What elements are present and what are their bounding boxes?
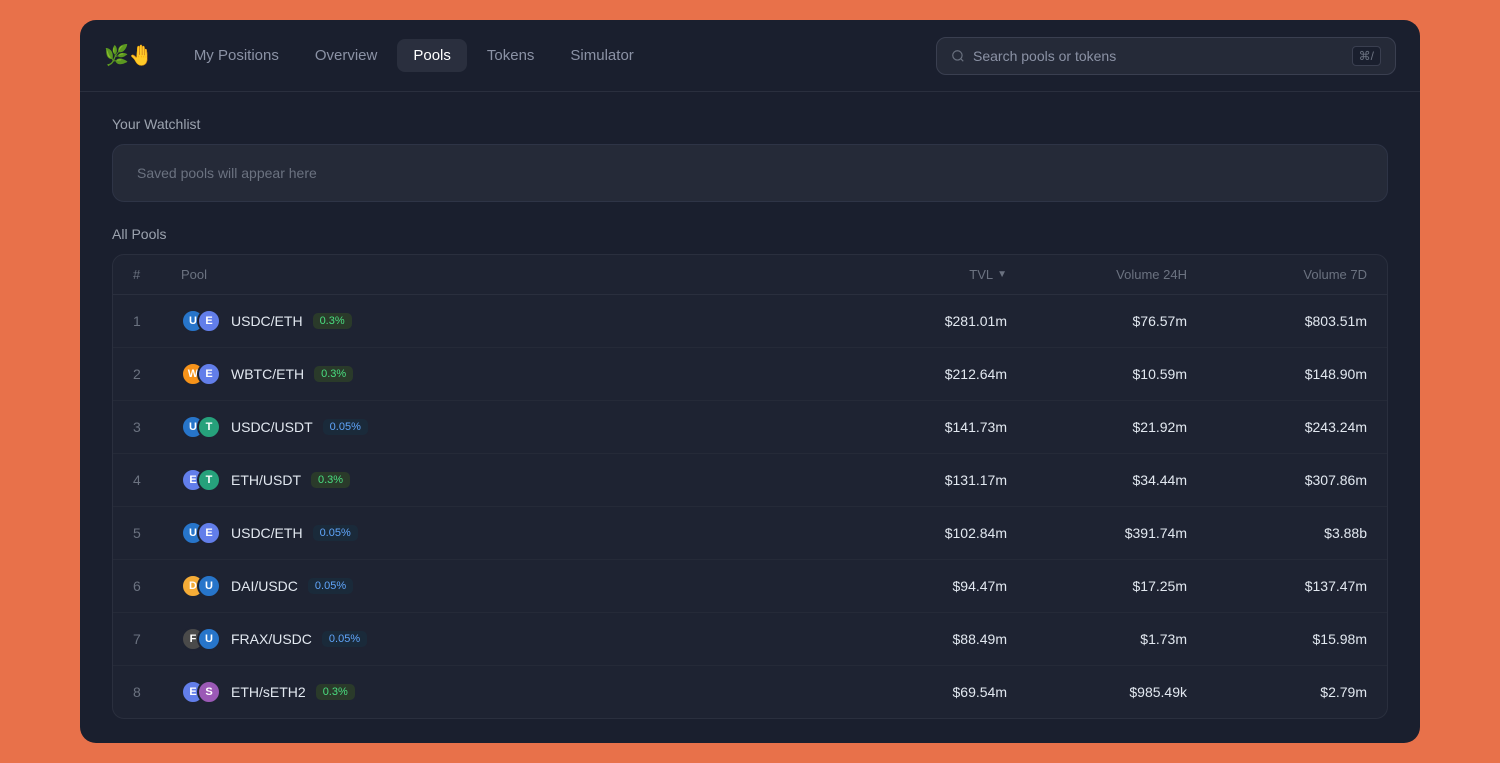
all-pools-title: All Pools bbox=[112, 226, 1388, 242]
navbar: 🌿🤚 My Positions Overview Pools Tokens Si… bbox=[80, 20, 1420, 92]
nav-pools[interactable]: Pools bbox=[397, 39, 467, 72]
watchlist-empty: Saved pools will appear here bbox=[112, 144, 1388, 202]
token-icon-usdt: T bbox=[197, 415, 221, 439]
vol24-value: $10.59m bbox=[1007, 366, 1187, 382]
fee-badge: 0.05% bbox=[308, 578, 353, 594]
app-container: 🌿🤚 My Positions Overview Pools Tokens Si… bbox=[80, 20, 1420, 743]
tvl-value: $131.17m bbox=[827, 472, 1007, 488]
watchlist-title: Your Watchlist bbox=[112, 116, 1388, 132]
pool-name: USDC/USDT bbox=[231, 419, 313, 435]
table-row[interactable]: 3 U T USDC/USDT 0.05% $141.73m $21.92m $… bbox=[113, 401, 1387, 454]
fee-badge: 0.3% bbox=[313, 313, 352, 329]
fee-badge: 0.05% bbox=[322, 631, 367, 647]
tvl-value: $94.47m bbox=[827, 578, 1007, 594]
logo-icon: 🌿🤚 bbox=[104, 43, 154, 68]
token-icon-seth: S bbox=[197, 680, 221, 704]
table-row[interactable]: 4 E T ETH/USDT 0.3% $131.17m $34.44m $30… bbox=[113, 454, 1387, 507]
nav-my-positions[interactable]: My Positions bbox=[178, 39, 295, 72]
token-icon-usdc: U bbox=[197, 627, 221, 651]
pool-name: USDC/ETH bbox=[231, 525, 303, 541]
vol7d-value: $2.79m bbox=[1187, 684, 1367, 700]
content: Your Watchlist Saved pools will appear h… bbox=[80, 92, 1420, 743]
table-header: # Pool TVL ▼ Volume 24H Volume 7D bbox=[113, 255, 1387, 295]
vol7d-value: $243.24m bbox=[1187, 419, 1367, 435]
pool-info: F U FRAX/USDC 0.05% bbox=[181, 627, 827, 651]
nav-simulator[interactable]: Simulator bbox=[554, 39, 649, 72]
token-icons: W E bbox=[181, 362, 221, 386]
vol24-value: $76.57m bbox=[1007, 313, 1187, 329]
vol24-value: $391.74m bbox=[1007, 525, 1187, 541]
search-icon bbox=[951, 49, 965, 63]
tvl-value: $102.84m bbox=[827, 525, 1007, 541]
vol7d-value: $15.98m bbox=[1187, 631, 1367, 647]
token-icon-eth: E bbox=[197, 362, 221, 386]
vol24-value: $21.92m bbox=[1007, 419, 1187, 435]
token-icon-usdt: T bbox=[197, 468, 221, 492]
fee-badge: 0.3% bbox=[311, 472, 350, 488]
vol7d-value: $3.88b bbox=[1187, 525, 1367, 541]
pool-name: USDC/ETH bbox=[231, 313, 303, 329]
pool-name: ETH/sETH2 bbox=[231, 684, 306, 700]
tvl-value: $141.73m bbox=[827, 419, 1007, 435]
col-vol7d-header: Volume 7D bbox=[1187, 267, 1367, 282]
fee-badge: 0.05% bbox=[323, 419, 368, 435]
vol24-value: $17.25m bbox=[1007, 578, 1187, 594]
nav-overview[interactable]: Overview bbox=[299, 39, 394, 72]
vol7d-value: $137.47m bbox=[1187, 578, 1367, 594]
pools-table: # Pool TVL ▼ Volume 24H Volume 7D 1 U E … bbox=[112, 254, 1388, 719]
vol24-value: $34.44m bbox=[1007, 472, 1187, 488]
fee-badge: 0.3% bbox=[314, 366, 353, 382]
token-icons: E S bbox=[181, 680, 221, 704]
token-icons: U T bbox=[181, 415, 221, 439]
token-icon-eth: E bbox=[197, 521, 221, 545]
pool-name: WBTC/ETH bbox=[231, 366, 304, 382]
table-row[interactable]: 6 D U DAI/USDC 0.05% $94.47m $17.25m $13… bbox=[113, 560, 1387, 613]
vol24-value: $985.49k bbox=[1007, 684, 1187, 700]
table-row[interactable]: 1 U E USDC/ETH 0.3% $281.01m $76.57m $80… bbox=[113, 295, 1387, 348]
search-shortcut: ⌘/ bbox=[1352, 46, 1381, 66]
token-icons: U E bbox=[181, 309, 221, 333]
col-vol24-header: Volume 24H bbox=[1007, 267, 1187, 282]
tvl-value: $88.49m bbox=[827, 631, 1007, 647]
tvl-value: $69.54m bbox=[827, 684, 1007, 700]
pool-info: U E USDC/ETH 0.3% bbox=[181, 309, 827, 333]
fee-badge: 0.3% bbox=[316, 684, 355, 700]
pool-info: U E USDC/ETH 0.05% bbox=[181, 521, 827, 545]
token-icons: E T bbox=[181, 468, 221, 492]
table-row[interactable]: 8 E S ETH/sETH2 0.3% $69.54m $985.49k $2… bbox=[113, 666, 1387, 718]
pool-info: W E WBTC/ETH 0.3% bbox=[181, 362, 827, 386]
table-row[interactable]: 7 F U FRAX/USDC 0.05% $88.49m $1.73m $15… bbox=[113, 613, 1387, 666]
vol7d-value: $307.86m bbox=[1187, 472, 1367, 488]
table-row[interactable]: 5 U E USDC/ETH 0.05% $102.84m $391.74m $… bbox=[113, 507, 1387, 560]
col-tvl-header: TVL ▼ bbox=[827, 267, 1007, 282]
pool-info: E S ETH/sETH2 0.3% bbox=[181, 680, 827, 704]
sort-icon: ▼ bbox=[997, 269, 1007, 280]
token-icons: D U bbox=[181, 574, 221, 598]
vol24-value: $1.73m bbox=[1007, 631, 1187, 647]
token-icon-eth: E bbox=[197, 309, 221, 333]
token-icons: F U bbox=[181, 627, 221, 651]
pool-info: E T ETH/USDT 0.3% bbox=[181, 468, 827, 492]
nav-links: My Positions Overview Pools Tokens Simul… bbox=[178, 39, 928, 72]
logo-area: 🌿🤚 bbox=[104, 43, 154, 68]
col-num-header: # bbox=[133, 267, 181, 282]
token-icons: U E bbox=[181, 521, 221, 545]
pool-name: FRAX/USDC bbox=[231, 631, 312, 647]
col-pool-header: Pool bbox=[181, 267, 827, 282]
fee-badge: 0.05% bbox=[313, 525, 358, 541]
pool-info: U T USDC/USDT 0.05% bbox=[181, 415, 827, 439]
search-box[interactable]: ⌘/ bbox=[936, 37, 1396, 75]
pool-info: D U DAI/USDC 0.05% bbox=[181, 574, 827, 598]
table-row[interactable]: 2 W E WBTC/ETH 0.3% $212.64m $10.59m $14… bbox=[113, 348, 1387, 401]
vol7d-value: $148.90m bbox=[1187, 366, 1367, 382]
pool-name: DAI/USDC bbox=[231, 578, 298, 594]
vol7d-value: $803.51m bbox=[1187, 313, 1367, 329]
pool-name: ETH/USDT bbox=[231, 472, 301, 488]
search-input[interactable] bbox=[973, 48, 1344, 64]
tvl-value: $281.01m bbox=[827, 313, 1007, 329]
tvl-value: $212.64m bbox=[827, 366, 1007, 382]
nav-tokens[interactable]: Tokens bbox=[471, 39, 551, 72]
token-icon-usdc: U bbox=[197, 574, 221, 598]
